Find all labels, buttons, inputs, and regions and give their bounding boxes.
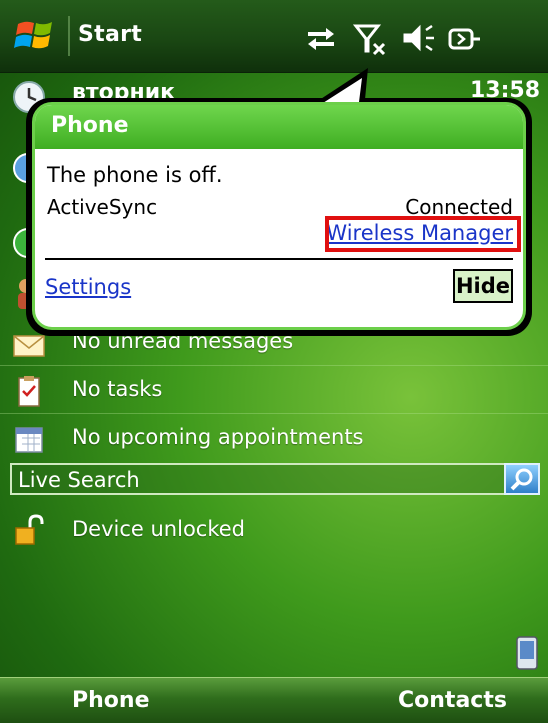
tasks-label: No tasks: [72, 377, 163, 401]
speaker-icon: [403, 24, 434, 52]
title-separator: [68, 16, 70, 56]
contacts-softkey[interactable]: Contacts: [398, 688, 507, 713]
windows-start-icon[interactable]: [12, 10, 60, 58]
unlocked-padlock-icon: [15, 514, 44, 545]
live-search-input[interactable]: Live Search: [10, 463, 516, 495]
activesync-label: ActiveSync: [47, 195, 158, 219]
status-icons: [308, 24, 480, 56]
notification-header: Phone: [35, 105, 523, 149]
settings-link[interactable]: Settings: [45, 275, 131, 299]
signal-off-icon: [352, 24, 386, 56]
softkey-bar: Phone Contacts: [0, 677, 548, 723]
calendar-icon: [15, 427, 43, 453]
live-search-label: Live Search: [18, 468, 140, 492]
power-plug-icon: [448, 28, 480, 50]
notification-title: Phone: [51, 113, 129, 138]
notification-message: The phone is off.: [47, 163, 223, 187]
appointments-row[interactable]: No upcoming appointments: [0, 414, 548, 462]
highlight-box: [325, 216, 521, 252]
phone-softkey[interactable]: Phone: [72, 688, 149, 713]
tasks-row[interactable]: No tasks: [0, 366, 548, 414]
hide-button[interactable]: Hide: [453, 269, 513, 303]
start-label[interactable]: Start: [78, 22, 142, 47]
notification-divider: [45, 258, 513, 260]
device-lock-label: Device unlocked: [72, 517, 246, 541]
device-lock-row[interactable]: Device unlocked: [0, 506, 548, 554]
search-icon: [510, 468, 533, 491]
phone-notification: Phone The phone is off. ActiveSync Conne…: [32, 102, 526, 330]
device-status-icon[interactable]: [514, 636, 540, 670]
tasks-clipboard-icon: [18, 376, 40, 407]
search-button[interactable]: [504, 463, 540, 495]
appointments-label: No upcoming appointments: [72, 425, 364, 449]
sync-arrows-icon: [308, 28, 334, 50]
